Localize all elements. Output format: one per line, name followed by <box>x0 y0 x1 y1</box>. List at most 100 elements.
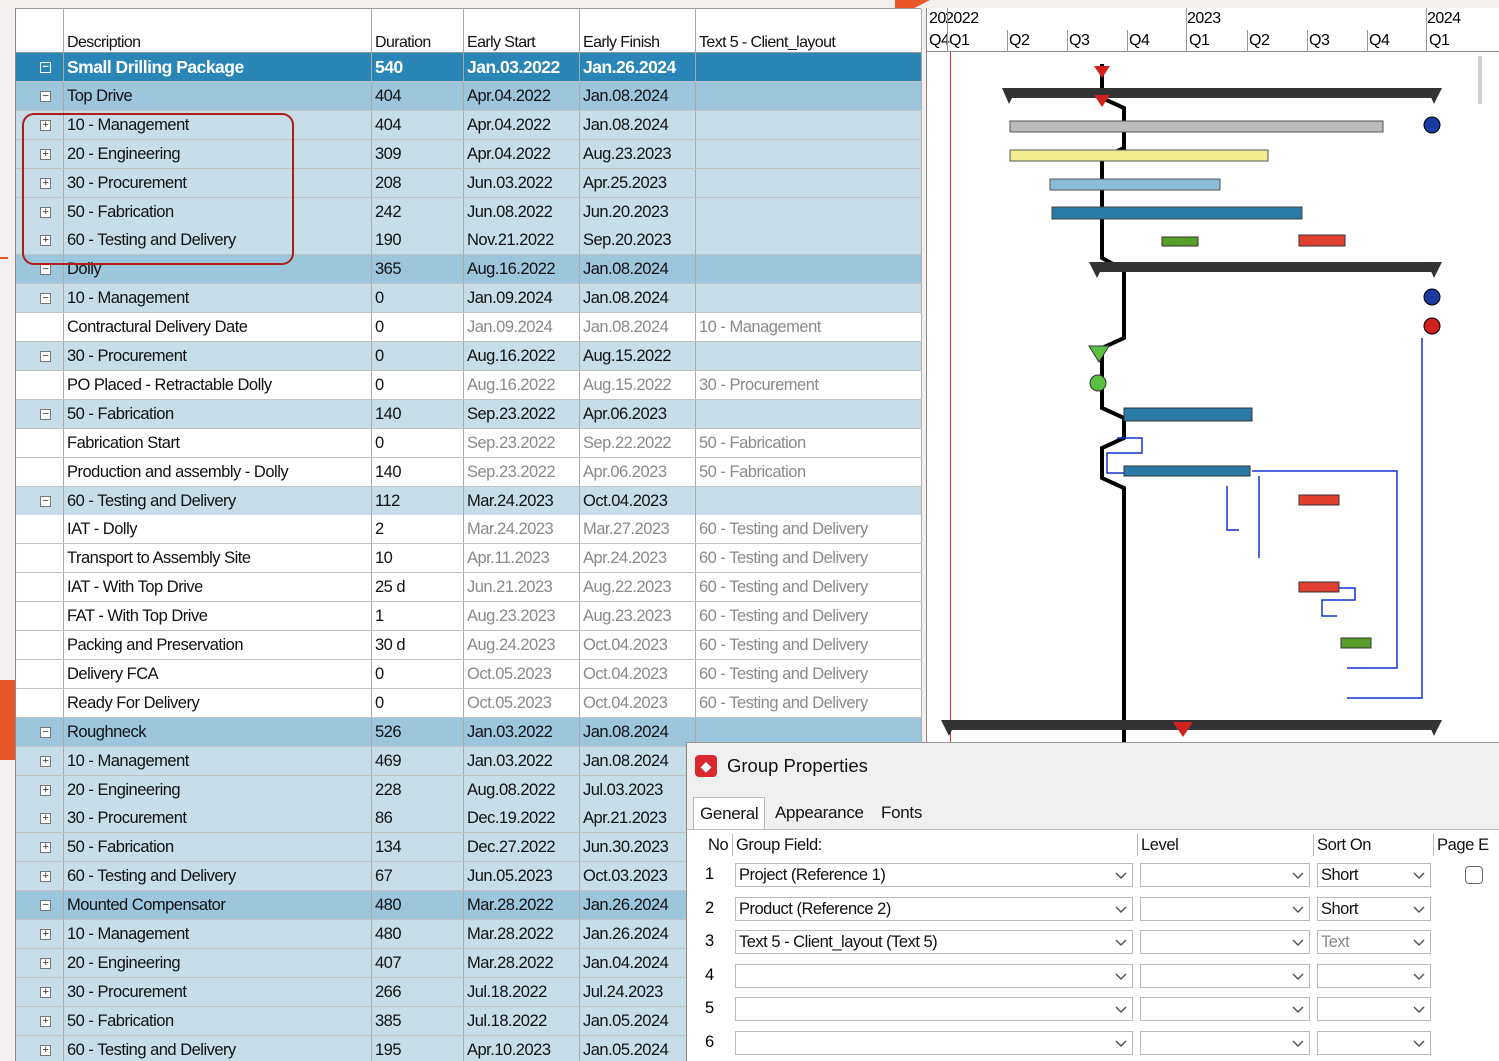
cell-desc[interactable]: 20 - Engineering <box>64 775 372 804</box>
table-row[interactable]: IAT - With Top Drive 25 d Jun.21.2023 Aug.2… <box>16 573 922 603</box>
cell-dur[interactable]: 0 <box>372 688 464 717</box>
cell-ef[interactable]: Jun.20.2023 <box>580 197 696 226</box>
cell-dur[interactable]: 540 <box>372 53 464 81</box>
cell-dur[interactable]: 404 <box>372 110 464 139</box>
cell-dur[interactable]: 309 <box>372 139 464 168</box>
cell-dur[interactable]: 1 <box>372 602 464 631</box>
cell-es[interactable]: Sep.23.2022 <box>464 428 580 457</box>
cell-t5[interactable] <box>696 399 922 428</box>
table-row[interactable]: − 10 - Management 0 Jan.09.2024 Jan.08.2024 <box>16 284 922 314</box>
cell-desc[interactable]: 60 - Testing and Delivery <box>64 226 372 255</box>
cell-desc[interactable]: 10 - Management <box>64 110 372 139</box>
tab-appearance[interactable]: Appearance <box>769 797 870 829</box>
cell-t5[interactable] <box>696 53 922 81</box>
cell-ef[interactable]: Jan.05.2024 <box>580 1035 696 1061</box>
cell-ef[interactable]: Sep.20.2023 <box>580 226 696 255</box>
cell-dur[interactable]: 0 <box>372 370 464 399</box>
cell-desc[interactable]: Top Drive <box>64 81 372 110</box>
cell-es[interactable]: Aug.16.2022 <box>464 370 580 399</box>
cell-desc[interactable]: 20 - Engineering <box>64 948 372 977</box>
table-row[interactable]: +30 - Procurement 208 Jun.03.2022 Apr.25.20… <box>16 168 922 198</box>
cell-t5[interactable]: 60 - Testing and Delivery <box>696 631 922 659</box>
cell-ef[interactable]: Apr.25.2023 <box>580 168 696 197</box>
cell-es[interactable]: Mar.24.2023 <box>464 486 580 515</box>
cell-desc[interactable]: Mounted Compensator <box>64 891 372 920</box>
cell-dur[interactable]: 190 <box>372 226 464 255</box>
collapse-icon[interactable]: − <box>40 351 51 362</box>
cell-desc[interactable]: 60 - Testing and Delivery <box>64 486 372 515</box>
sort-on-select[interactable] <box>1317 963 1431 988</box>
cell-ef[interactable]: Oct.04.2023 <box>580 688 696 717</box>
cell-dur[interactable]: 112 <box>372 486 464 515</box>
cell-desc[interactable]: Production and assembly - Dolly <box>64 457 372 486</box>
table-row[interactable]: Production and assembly - Dolly 140 Sep.23… <box>16 457 922 487</box>
cell-es[interactable]: Mar.24.2023 <box>464 515 580 544</box>
expand-icon[interactable]: + <box>40 119 51 131</box>
group-field-select[interactable]: Text 5 - Client_layout (Text 5) <box>735 930 1133 954</box>
level-select[interactable] <box>1140 863 1310 887</box>
collapse-icon[interactable]: − <box>40 293 51 305</box>
cell-es[interactable]: Jan.03.2022 <box>464 746 580 775</box>
cell-dur[interactable]: 10 <box>372 544 464 573</box>
table-row[interactable]: − Top Drive 404 Apr.04.2022 Jan.08.2024 <box>16 81 922 111</box>
cell-desc[interactable]: IAT - With Top Drive <box>64 573 372 602</box>
cell-dur[interactable]: 67 <box>372 862 464 891</box>
cell-ef[interactable]: Aug.23.2023 <box>580 602 696 631</box>
cell-es[interactable]: Sep.23.2022 <box>464 457 580 486</box>
cell-ef[interactable]: Aug.15.2022 <box>580 370 696 399</box>
expand-icon[interactable]: + <box>40 206 51 218</box>
cell-es[interactable]: Jul.18.2022 <box>464 1006 580 1035</box>
tab-general[interactable]: General <box>693 797 766 830</box>
level-select[interactable] <box>1140 896 1310 921</box>
cell-es[interactable]: Apr.11.2023 <box>464 544 580 573</box>
cell-ef[interactable]: Jul.03.2023 <box>580 775 696 804</box>
table-row[interactable]: Delivery FCA 0 Oct.05.2023 Oct.04.2023 60 - … <box>16 659 922 689</box>
cell-es[interactable]: Mar.28.2022 <box>464 891 580 920</box>
cell-ef[interactable]: Jan.04.2024 <box>580 948 696 977</box>
cell-desc[interactable]: Packing and Preservation <box>64 631 372 659</box>
cell-desc[interactable]: 10 - Management <box>64 920 372 948</box>
header-text5[interactable]: Text 5 - Client_layout <box>696 9 922 53</box>
cell-t5[interactable]: 60 - Testing and Delivery <box>696 602 922 631</box>
cell-desc[interactable]: PO Placed - Retractable Dolly <box>64 370 372 399</box>
cell-es[interactable]: Jan.09.2024 <box>464 284 580 313</box>
cell-es[interactable]: Apr.04.2022 <box>464 110 580 139</box>
collapse-icon[interactable]: − <box>40 264 51 276</box>
cell-desc[interactable]: Small Drilling Package <box>64 53 372 81</box>
cell-es[interactable]: Jan.03.2022 <box>464 717 580 746</box>
page-break-checkbox[interactable] <box>1465 866 1483 884</box>
cell-dur[interactable]: 30 d <box>372 631 464 659</box>
cell-dur[interactable]: 365 <box>372 255 464 284</box>
cell-desc[interactable]: Roughneck <box>64 717 372 746</box>
cell-desc[interactable]: 10 - Management <box>64 284 372 313</box>
cell-ef[interactable]: Jan.08.2024 <box>580 255 696 284</box>
table-row[interactable]: IAT - Dolly 2 Mar.24.2023 Mar.27.2023 60 - T… <box>16 515 922 545</box>
cell-es[interactable]: Apr.04.2022 <box>464 81 580 110</box>
cell-t5[interactable]: 60 - Testing and Delivery <box>696 659 922 688</box>
table-row[interactable]: − Small Drilling Package 540 Jan.03.2022 Jan… <box>16 53 922 82</box>
cell-desc[interactable]: Fabrication Start <box>64 428 372 457</box>
cell-ef[interactable]: Mar.27.2023 <box>580 515 696 544</box>
cell-desc[interactable]: 30 - Procurement <box>64 342 372 370</box>
cell-ef[interactable]: Oct.04.2023 <box>580 631 696 659</box>
cell-dur[interactable]: 208 <box>372 168 464 197</box>
cell-es[interactable]: Jun.05.2023 <box>464 862 580 891</box>
table-row[interactable]: − Dolly 365 Aug.16.2022 Jan.08.2024 <box>16 255 922 285</box>
expand-icon[interactable]: + <box>40 784 51 796</box>
collapse-icon[interactable]: − <box>40 900 51 912</box>
cell-dur[interactable]: 0 <box>372 659 464 688</box>
expand-icon[interactable]: + <box>40 148 51 160</box>
cell-ef[interactable]: Jan.08.2024 <box>580 81 696 110</box>
expand-icon[interactable]: + <box>40 842 51 854</box>
table-row[interactable]: +20 - Engineering 309 Apr.04.2022 Aug.23.20… <box>16 139 922 169</box>
group-field-select[interactable] <box>735 997 1133 1021</box>
cell-ef[interactable]: Oct.03.2023 <box>580 862 696 891</box>
cell-t5[interactable] <box>696 139 922 168</box>
cell-dur[interactable]: 0 <box>372 284 464 313</box>
expand-icon[interactable]: + <box>40 177 51 189</box>
cell-es[interactable]: Aug.23.2023 <box>464 602 580 631</box>
cell-t5[interactable]: 50 - Fabrication <box>696 428 922 457</box>
cell-ef[interactable]: Oct.04.2023 <box>580 659 696 688</box>
table-row[interactable]: Ready For Delivery 0 Oct.05.2023 Oct.04.202… <box>16 688 922 718</box>
header-early-finish[interactable]: Early Finish <box>580 9 696 53</box>
